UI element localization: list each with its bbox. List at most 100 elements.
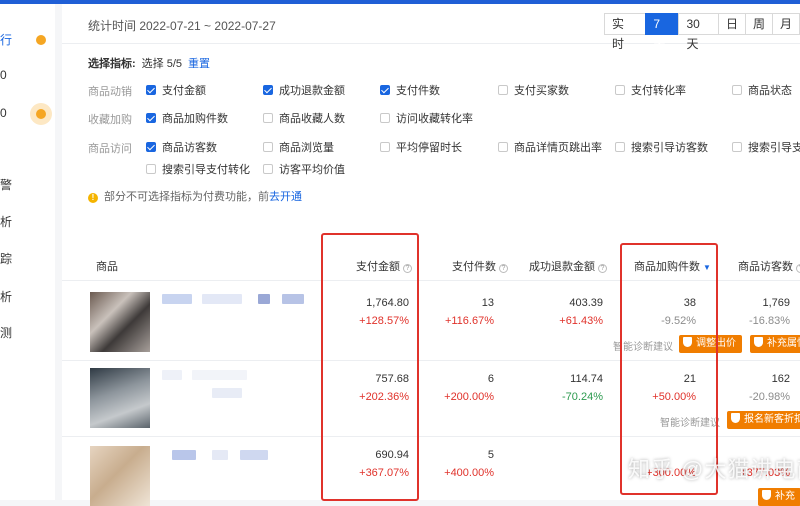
product-thumbnail[interactable] [90,292,150,352]
option-fav-count[interactable]: 商品收藏人数 [263,110,345,126]
option-search-buyers[interactable]: 搜索引导支 [732,139,800,155]
blurred-title [212,450,228,460]
cell-pay-count: 5 [487,449,494,461]
sidebar-badge-dot [36,35,46,45]
blurred-title [282,294,304,304]
checkbox-icon [498,142,508,152]
sidebar-item-analysis[interactable]: 析 [0,213,12,230]
option-pay-amount[interactable]: 支付金额 [146,82,206,98]
option-visit-fav-conv[interactable]: 访问收藏转化率 [380,110,473,126]
checkbox-checked-icon [146,85,156,95]
checkbox-icon [263,164,273,174]
sidebar-item-2[interactable]: 0 [0,106,7,120]
cell-visitors: 162 [771,373,790,385]
product-thumbnail[interactable] [90,368,150,428]
checkbox-checked-icon [263,85,273,95]
cell-refund-amount-change: -70.24% [562,391,603,403]
option-avg-stay[interactable]: 平均停留时长 [380,139,462,155]
highlight-box-pay-amount [321,233,419,501]
shield-icon [754,337,763,347]
cell-pay-count-change: +116.67% [444,315,494,327]
checkbox-icon [380,142,390,152]
warning-icon: ! [88,193,98,203]
header-row: 统计时间 2022-07-21 ~ 2022-07-27 实 时 7天 30天 … [62,4,800,51]
sidebar-badge-dot-glow [36,109,46,119]
sidebar-item-monitor[interactable]: 测 [0,324,12,341]
option-views[interactable]: 商品浏览量 [263,139,334,155]
sidebar: 行 0 0 警 析 踪 析 测 [0,4,55,500]
shield-icon [762,490,771,500]
range-30d-button[interactable]: 30天 [678,13,719,51]
option-cart-count[interactable]: 商品加购件数 [146,110,228,126]
checkbox-checked-icon [380,85,390,95]
metric-selector-label: 选择指标: [88,58,136,70]
cell-visitors-change: -20.98% [749,391,790,403]
blurred-title [212,388,242,398]
group-label-product-visit: 商品访问 [88,143,132,155]
option-bounce-rate[interactable]: 商品详情页跳出率 [498,139,602,155]
add-attributes-button[interactable]: 补充属性 [750,335,800,353]
checkbox-icon [380,113,390,123]
metric-selector-row: 选择指标: 选择 5/5 重置 [88,55,210,71]
shield-icon [731,413,740,423]
sidebar-item-analysis-2[interactable]: 析 [0,288,12,305]
sidebar-item-1[interactable]: 0 [0,68,7,82]
cell-pay-count: 13 [481,297,494,309]
reset-link[interactable]: 重置 [188,58,210,70]
activate-link[interactable]: 去开通 [269,191,302,203]
cell-refund-amount: 114.74 [570,373,603,385]
sidebar-item-alert[interactable]: 警 [0,176,12,193]
range-realtime-button[interactable]: 实 时 [604,13,647,51]
range-7d-button[interactable]: 7天 [645,13,680,51]
watermark-text: 知乎 @大猫讲电商 [628,457,800,482]
blurred-title [240,450,268,460]
option-search-visitors[interactable]: 搜索引导访客数 [615,139,708,155]
cell-pay-count-change: +400.00% [444,467,494,479]
col-header-visitors[interactable]: 商品访客数? [738,258,800,274]
option-pay-count[interactable]: 支付件数 [380,82,440,98]
option-search-conversion[interactable]: 搜索引导支付转化 [146,161,250,177]
checkbox-icon [615,85,625,95]
checkbox-icon [498,85,508,95]
option-visitor-value[interactable]: 访客平均价值 [263,161,345,177]
sidebar-item-tracking[interactable]: 踪 [0,250,12,267]
blurred-title [162,294,192,304]
blurred-title [258,294,270,304]
checkbox-icon [732,85,742,95]
option-pay-conversion[interactable]: 支付转化率 [615,82,686,98]
option-visitors[interactable]: 商品访客数 [146,139,217,155]
checkbox-checked-icon [146,142,156,152]
help-icon: ? [598,264,607,273]
stat-time-range: 统计时间 2022-07-21 ~ 2022-07-27 [88,19,276,33]
checkbox-icon [263,142,273,152]
blurred-title [192,370,247,380]
help-icon: ? [796,264,800,273]
range-week-button[interactable]: 周 [744,13,773,35]
blurred-title [172,450,196,460]
cell-visitors-change: -16.83% [749,315,790,327]
option-pay-buyers[interactable]: 支付买家数 [498,82,569,98]
sidebar-item-ranking[interactable]: 行 [0,31,12,48]
group-label-favorite-add: 收藏加购 [88,114,132,126]
checkbox-icon [615,142,625,152]
col-header-pay-count[interactable]: 支付件数? [452,258,508,274]
group-label-product-action: 商品动销 [88,86,132,98]
blurred-title [162,370,182,380]
option-product-status[interactable]: 商品状态 [732,82,792,98]
checkbox-icon [146,164,156,174]
blurred-title [202,294,242,304]
range-day-button[interactable]: 日 [717,13,746,35]
col-header-refund-amount[interactable]: 成功退款金额? [529,258,607,274]
main-panel: 统计时间 2022-07-21 ~ 2022-07-27 实 时 7天 30天 … [62,4,800,506]
paid-feature-note: ! 部分不可选择指标为付费功能，前去开通 [88,188,302,204]
metric-selected-count: 选择 5/5 [141,58,183,70]
product-thumbnail[interactable] [90,446,150,506]
help-icon: ? [499,264,508,273]
cell-pay-count: 6 [487,373,494,385]
new-customer-discount-button[interactable]: 报名新客折扣 [727,411,800,429]
cell-refund-amount-change: +61.43% [559,315,603,327]
option-refund-amount[interactable]: 成功退款金额 [263,82,345,98]
range-month-button[interactable]: 月 [771,13,800,35]
supplement-button[interactable]: 补充 [758,488,800,506]
checkbox-icon [732,142,742,152]
